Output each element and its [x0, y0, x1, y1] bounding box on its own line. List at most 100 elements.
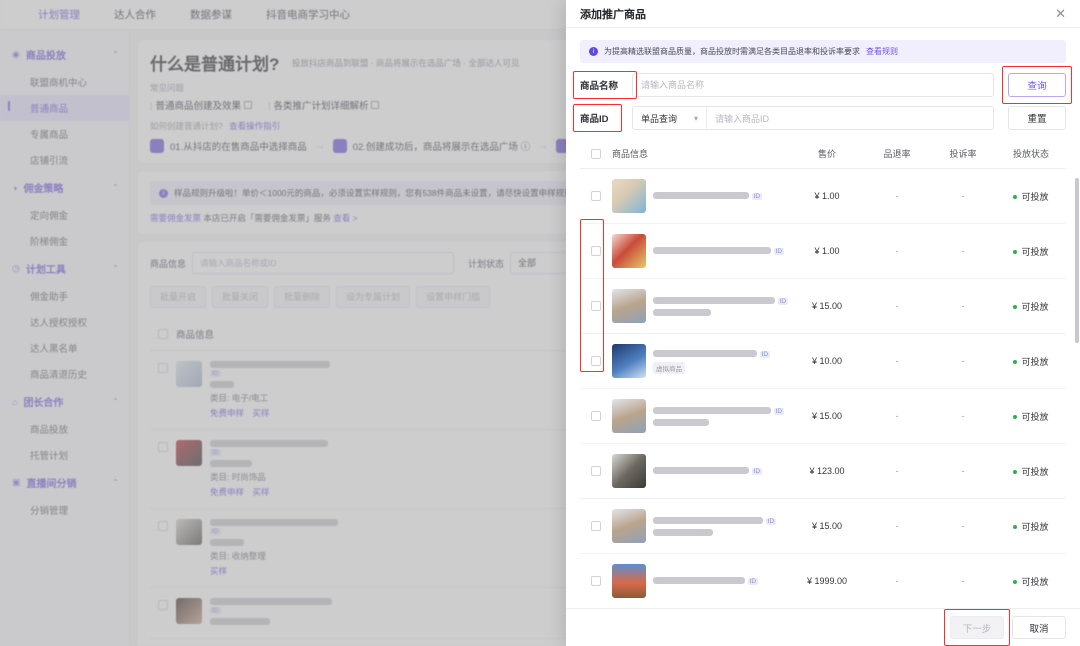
sidebar-item-tiered-commission[interactable]: 阶梯佣金: [0, 228, 129, 254]
guide-link[interactable]: 查看操作指引: [229, 121, 280, 131]
product-price: ¥ 1.00: [814, 191, 840, 201]
next-step-button[interactable]: 下一步: [950, 616, 1004, 639]
table-row[interactable]: ID ¥ 15.00 - - 可投放: [580, 499, 1066, 554]
dialog-filters: 商品名称 请输入商品名称 查询 商品ID 单品查询 ▾ 请输入商品ID 重置: [573, 66, 1072, 132]
invoice-link[interactable]: 需要佣金发票: [150, 213, 201, 223]
sidebar-item-shop-traffic[interactable]: 店铺引流: [0, 147, 129, 173]
dialog-body: i 为提高精选联盟商品质量，商品投放时需满足各类目品退率和投诉率要求 查看规则 …: [566, 28, 1080, 608]
status-badge: 可投放: [996, 410, 1066, 423]
sidebar-item-talent-authorization[interactable]: 达人授权授权: [0, 309, 129, 335]
faq-link-creation[interactable]: | 普通商品创建及效果: [150, 98, 252, 112]
product-id-query-group: 单品查询 ▾ 请输入商品ID: [632, 106, 994, 130]
batch-delete-button[interactable]: 批量删除: [274, 286, 331, 308]
sidebar-item-targeted-commission[interactable]: 定向佣金: [0, 202, 129, 228]
status-dot-icon: [1013, 195, 1018, 200]
product-search-input[interactable]: 请输入商品名称或ID: [192, 252, 455, 274]
sidebar-group-label: 佣金策略: [23, 184, 64, 195]
step-2: 02.创建成功后，商品将展示在选品广场 ⓘ: [332, 139, 530, 153]
sidebar-item-distribution-management[interactable]: 分销管理: [0, 497, 129, 523]
cancel-button[interactable]: 取消: [1012, 616, 1066, 639]
sidebar-group-commission-strategy[interactable]: ◑ 佣金策略 ⌃: [0, 173, 129, 202]
free-sample-link[interactable]: 免费申样: [210, 487, 244, 497]
nav-item-talent-cooperation[interactable]: 达人合作: [114, 7, 156, 22]
set-sample-threshold-button[interactable]: 设置申样门槛: [416, 286, 491, 308]
th-complaint-rate: 投诉率: [949, 149, 977, 159]
sidebar-group-label: 团长合作: [23, 398, 64, 409]
page-subtitle: 投放抖店商品到联盟 · 商品将展示在选品广场 · 全部达人可见: [291, 57, 520, 68]
product-complaint-rate: -: [961, 411, 965, 421]
nav-item-plan-management[interactable]: 计划管理: [38, 7, 80, 22]
sidebar-item-product-removal-history[interactable]: 商品清退历史: [0, 361, 129, 387]
row-checkbox[interactable]: [591, 576, 601, 586]
batch-disable-button[interactable]: 批量关闭: [212, 286, 269, 308]
row-checkbox[interactable]: [591, 356, 601, 366]
dialog-header: 添加推广商品 ✕: [566, 0, 1080, 28]
row-checkbox[interactable]: [158, 363, 168, 373]
row-checkbox[interactable]: [591, 466, 601, 476]
faq-link-plan-analysis[interactable]: | 各类推广计划详细解析: [268, 98, 380, 112]
table-row[interactable]: ID ¥ 15.00 - - 可投放: [580, 279, 1066, 334]
sidebar-item-normal-product[interactable]: 普通商品: [0, 95, 129, 121]
th-price: 售价: [817, 149, 836, 159]
sidebar-group-plan-tools[interactable]: ◷ 计划工具 ⌃: [0, 254, 129, 283]
query-mode-select[interactable]: 单品查询 ▾: [633, 107, 707, 129]
sidebar-item-leader-product-delivery[interactable]: 商品投放: [0, 416, 129, 442]
free-sample-link[interactable]: 免费申样: [210, 408, 244, 418]
buy-sample-link[interactable]: 买样: [210, 566, 227, 576]
table-row[interactable]: ID 虚拟商品 ¥ 10.00 - - 可投放: [580, 334, 1066, 389]
invoice-more-link[interactable]: 查看 >: [333, 213, 357, 223]
select-all-checkbox[interactable]: [591, 148, 601, 159]
sidebar-item-exclusive-product[interactable]: 专属商品: [0, 121, 129, 147]
row-checkbox[interactable]: [591, 301, 601, 311]
batch-enable-button[interactable]: 批量开启: [150, 286, 207, 308]
filter-label-plan-status: 计划状态: [468, 258, 505, 269]
search-action-cell: 查询: [994, 66, 1072, 104]
clock-icon: ◷: [12, 263, 20, 273]
table-row[interactable]: ID ¥ 1.00 - - 可投放: [580, 169, 1066, 224]
sidebar-item-talent-blacklist[interactable]: 达人黑名单: [0, 335, 129, 361]
sidebar-group-product-delivery[interactable]: ◉ 商品投放 ⌃: [0, 40, 129, 69]
id-tag: ID: [759, 350, 771, 358]
sidebar-item-managed-plan[interactable]: 托管计划: [0, 442, 129, 468]
row-checkbox[interactable]: [591, 411, 601, 421]
id-tag: ID: [210, 607, 221, 615]
id-tag: ID: [777, 298, 789, 306]
product-details: ID 虚拟商品: [653, 349, 771, 374]
row-checkbox[interactable]: [158, 521, 168, 531]
vertical-scrollbar[interactable]: [1075, 178, 1079, 343]
product-table-body: ID ¥ 1.00 - - 可投放 ID ¥ 1.00 - - 可投放 ID ¥ 15.00 - - 可…: [580, 169, 1066, 608]
id-tag: ID: [765, 518, 777, 526]
id-tag: ID: [210, 370, 221, 378]
product-id-input[interactable]: 请输入商品ID: [707, 112, 993, 125]
view-rules-link[interactable]: 查看规则: [866, 46, 898, 57]
dialog-scroll-area: i 为提高精选联盟商品质量，商品投放时需满足各类目品退率和投诉率要求 查看规则 …: [566, 28, 1080, 608]
product-name-input[interactable]: 请输入商品名称: [632, 73, 994, 97]
buy-sample-link[interactable]: 买样: [252, 408, 269, 418]
sidebar-item-commission-assistant[interactable]: 佣金助手: [0, 283, 129, 309]
buy-sample-link[interactable]: 买样: [252, 487, 269, 497]
row-checkbox[interactable]: [591, 521, 601, 531]
nav-item-learning-center[interactable]: 抖音电商学习中心: [266, 7, 350, 22]
sidebar-group-leader-cooperation[interactable]: ⌂ 团长合作 ⌃: [0, 387, 129, 416]
dialog-title: 添加推广商品: [580, 8, 646, 21]
close-icon[interactable]: ✕: [1055, 7, 1066, 20]
table-row[interactable]: ID ¥ 1.00 - - 可投放: [580, 224, 1066, 279]
coin-icon: ◑: [12, 182, 18, 193]
search-button[interactable]: 查询: [1008, 73, 1066, 97]
set-exclusive-plan-button[interactable]: 设为专属计划: [336, 286, 411, 308]
sidebar-group-live-distribution[interactable]: ▣ 直播间分销 ⌃: [0, 468, 129, 497]
product-return-rate: -: [895, 191, 899, 201]
row-checkbox[interactable]: [591, 246, 601, 256]
row-checkbox[interactable]: [591, 191, 601, 201]
sidebar-item-alliance-center[interactable]: 联盟商机中心: [0, 69, 129, 95]
select-all-checkbox[interactable]: [158, 329, 168, 339]
status-dot-icon: [1013, 470, 1018, 475]
table-row[interactable]: ID ¥ 123.00 - - 可投放: [580, 444, 1066, 499]
row-checkbox[interactable]: [158, 442, 168, 452]
nav-item-data-advisor[interactable]: 数据参谋: [190, 7, 232, 22]
product-thumbnail: [612, 234, 646, 268]
table-row[interactable]: ID ¥ 15.00 - - 可投放: [580, 389, 1066, 444]
reset-button[interactable]: 重置: [1008, 106, 1066, 130]
table-row[interactable]: ID ¥ 1999.00 - - 可投放: [580, 554, 1066, 608]
row-checkbox[interactable]: [158, 600, 168, 610]
